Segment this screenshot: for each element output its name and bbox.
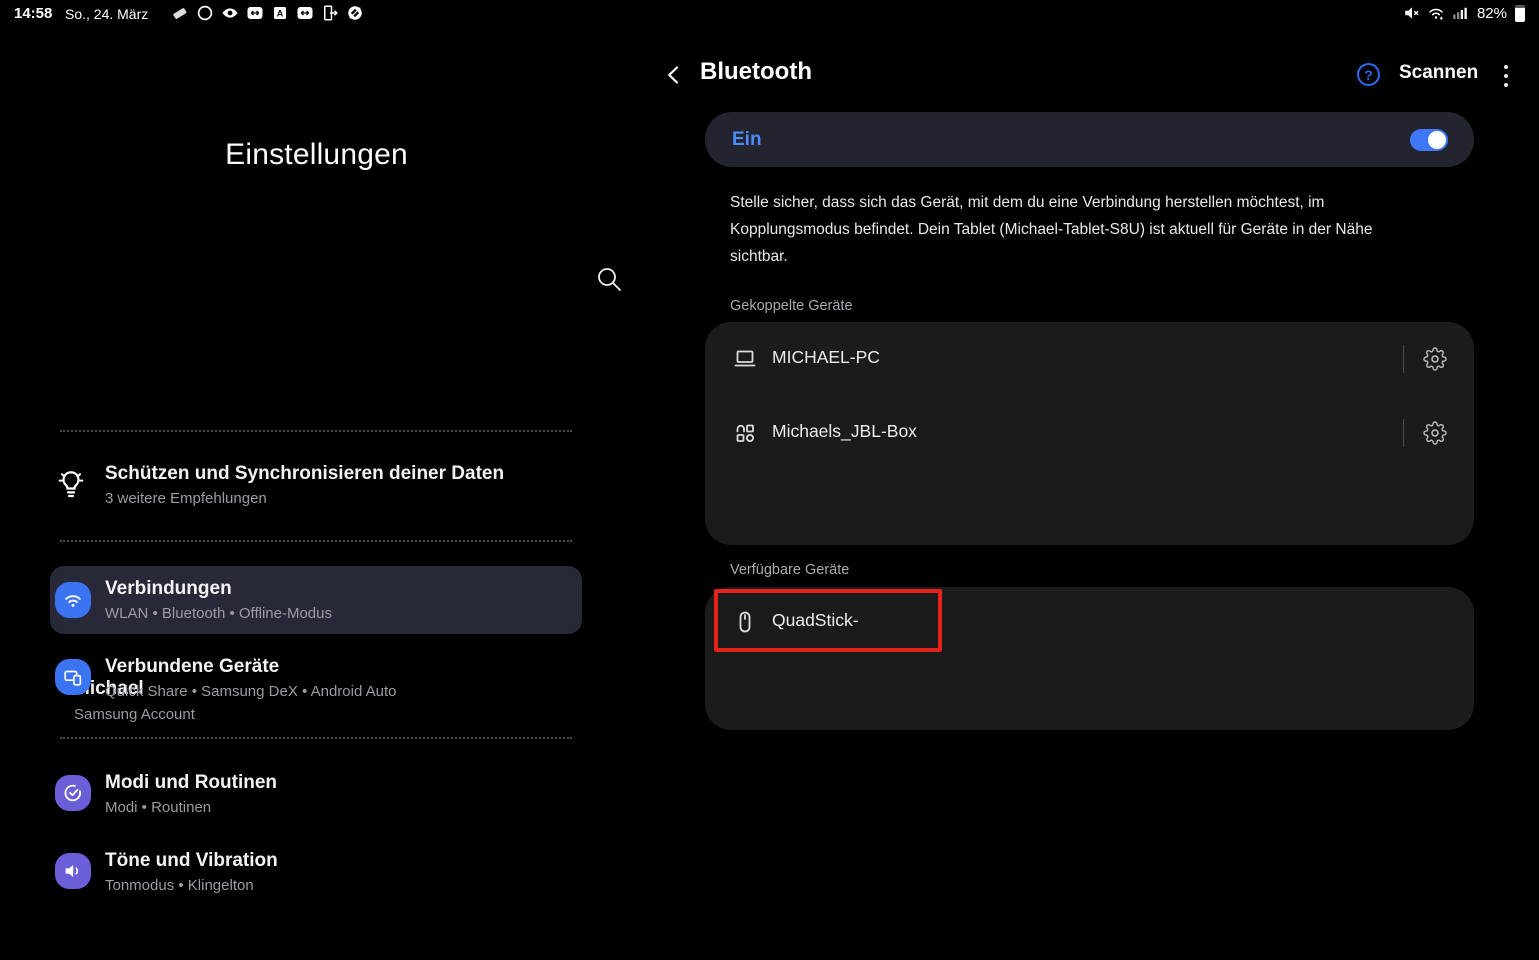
bluetooth-toggle[interactable] xyxy=(1410,129,1448,151)
sidebar-item-label: Modi und Routinen xyxy=(105,772,277,794)
device-row-quadstick[interactable]: QuadStick- xyxy=(705,587,1474,657)
divider xyxy=(60,540,572,542)
battery-icon xyxy=(1515,5,1525,22)
recommendation-title: Schützen und Synchronisieren deiner Date… xyxy=(105,463,504,485)
sidebar-item-sublabel: WLAN • Bluetooth • Offline-Modus xyxy=(105,605,332,622)
arrows-box-icon xyxy=(246,4,264,22)
recommendation-subtitle: 3 weitere Empfehlungen xyxy=(105,490,267,507)
date: So., 24. März xyxy=(65,6,148,22)
device-name: QuadStick- xyxy=(772,610,859,631)
devices-icon xyxy=(55,659,91,695)
bluetooth-description: Stelle sicher, dass sich das Gerät, mit … xyxy=(730,189,1420,270)
mouse-icon xyxy=(733,610,757,634)
wifi-icon xyxy=(55,582,91,618)
paired-section-label: Gekoppelte Geräte xyxy=(730,298,853,314)
signal-icon xyxy=(1451,4,1469,22)
a-box-icon: A xyxy=(271,4,289,22)
eye-icon xyxy=(221,4,239,22)
sidebar-item-toene-vibration[interactable]: Töne und Vibration Tonmodus • Klingelton xyxy=(50,838,582,906)
laptop-icon xyxy=(733,347,757,371)
sidebar-item-sublabel: Modi • Routinen xyxy=(105,799,211,816)
page-title: Einstellungen xyxy=(0,138,633,172)
lightbulb-icon xyxy=(55,468,87,500)
bluetooth-title: Bluetooth xyxy=(700,58,812,86)
recommendation-item[interactable]: Schützen und Synchronisieren deiner Date… xyxy=(50,455,582,521)
device-row-jbl-box[interactable]: Michaels_JBL-Box xyxy=(705,396,1474,470)
divider xyxy=(60,430,572,432)
help-icon[interactable]: ? xyxy=(1357,63,1380,86)
system-status-icons: 82% xyxy=(1403,4,1525,22)
available-devices-card: QuadStick- xyxy=(705,587,1474,730)
sidebar-item-label: Töne und Vibration xyxy=(105,850,278,872)
toggle-knob xyxy=(1428,131,1446,149)
bluetooth-toggle-card: Ein xyxy=(705,112,1474,167)
mute-icon xyxy=(1403,4,1421,22)
audio-device-icon xyxy=(733,421,757,445)
device-row-michael-pc[interactable]: MICHAEL-PC xyxy=(705,322,1474,396)
sidebar-item-modi-routinen[interactable]: Modi und Routinen Modi • Routinen xyxy=(50,760,582,828)
anydesk-icon xyxy=(346,4,364,22)
back-icon[interactable] xyxy=(662,63,686,87)
divider xyxy=(1403,419,1404,447)
available-section-label: Verfügbare Geräte xyxy=(730,562,849,578)
search-icon[interactable] xyxy=(595,265,623,293)
modes-check-icon xyxy=(55,775,91,811)
divider xyxy=(60,737,572,739)
sidebar-item-sublabel: Quick Share • Samsung DeX • Android Auto xyxy=(105,683,397,700)
more-options-icon[interactable] xyxy=(1501,65,1511,87)
paired-devices-card: MICHAEL-PC Michaels_JBL-Box xyxy=(705,322,1474,545)
scan-button[interactable]: Scannen xyxy=(1399,62,1478,84)
gear-icon[interactable] xyxy=(1423,347,1447,371)
wifi-icon xyxy=(1427,4,1445,22)
arrows-box-icon xyxy=(296,4,314,22)
sidebar-item-label: Verbundene Geräte xyxy=(105,656,279,678)
sidebar-item-label: Verbindungen xyxy=(105,578,232,600)
sidebar-item-verbindungen[interactable]: Verbindungen WLAN • Bluetooth • Offline-… xyxy=(50,566,582,634)
toggle-label: Ein xyxy=(732,112,762,167)
battery-percent: 82% xyxy=(1477,5,1507,22)
speaker-icon xyxy=(55,853,91,889)
notification-icons: A xyxy=(171,4,364,22)
svg-text:A: A xyxy=(277,8,284,18)
samsung-account-item[interactable]: Michael Samsung Account xyxy=(0,335,633,405)
device-name: Michaels_JBL-Box xyxy=(772,421,917,442)
navigation-bar xyxy=(0,912,1539,960)
sidebar-item-verbundene-geraete[interactable]: Verbundene Geräte Quick Share • Samsung … xyxy=(50,644,582,712)
clock: 14:58 xyxy=(14,5,52,22)
gear-icon[interactable] xyxy=(1423,421,1447,445)
device-name: MICHAEL-PC xyxy=(772,347,880,368)
status-bar: 14:58 So., 24. März A 82% xyxy=(0,0,1539,28)
settings-app-screen: 14:58 So., 24. März A 82% Einstellungen … xyxy=(0,0,1539,960)
exit-door-icon xyxy=(321,4,339,22)
eraser-icon xyxy=(171,4,189,22)
circle-icon xyxy=(196,4,214,22)
sidebar-item-sublabel: Tonmodus • Klingelton xyxy=(105,877,254,894)
divider xyxy=(1403,345,1404,373)
